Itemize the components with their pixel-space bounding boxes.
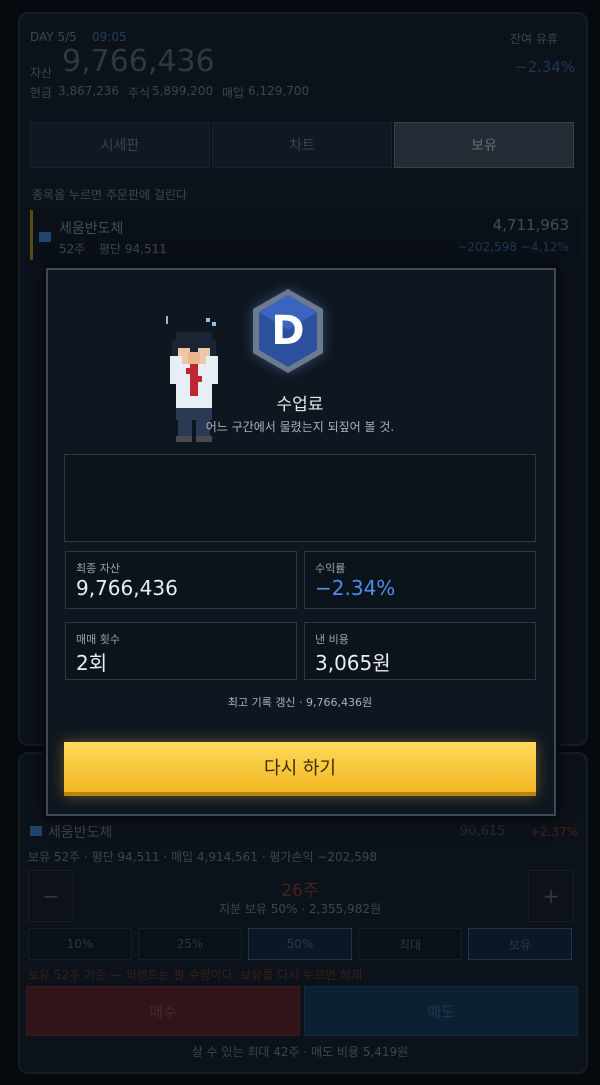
return-rate-card: 수익률 −2.34%	[304, 551, 536, 609]
best-record-text: 최고 기록 갱신 · 9,766,436원	[227, 696, 373, 709]
retry-button[interactable]: 다시 하기	[64, 742, 536, 796]
final-asset-label: 최종 자산	[76, 562, 120, 575]
trade-count-value: 2회	[76, 651, 108, 675]
trade-count-card: 매매 횟수 2회	[65, 622, 297, 680]
final-asset-card: 최종 자산 9,766,436	[65, 551, 297, 609]
return-rate-label: 수익률	[315, 562, 346, 575]
result-title: 수업료	[276, 395, 324, 415]
return-rate-value: −2.34%	[315, 576, 396, 600]
grade-letter: D	[271, 308, 305, 354]
trade-count-label: 매매 횟수	[76, 633, 120, 646]
final-asset-value: 9,766,436	[76, 576, 178, 600]
fees-paid-label: 낸 비용	[315, 633, 349, 646]
fees-paid-card: 낸 비용 3,065원	[304, 622, 536, 680]
grade-badge: D	[248, 286, 328, 376]
result-graph-area	[64, 454, 536, 542]
result-subtitle: 어느 구간에서 물렸는지 되짚어 볼 것.	[205, 420, 395, 434]
fees-paid-value: 3,065원	[315, 651, 391, 675]
